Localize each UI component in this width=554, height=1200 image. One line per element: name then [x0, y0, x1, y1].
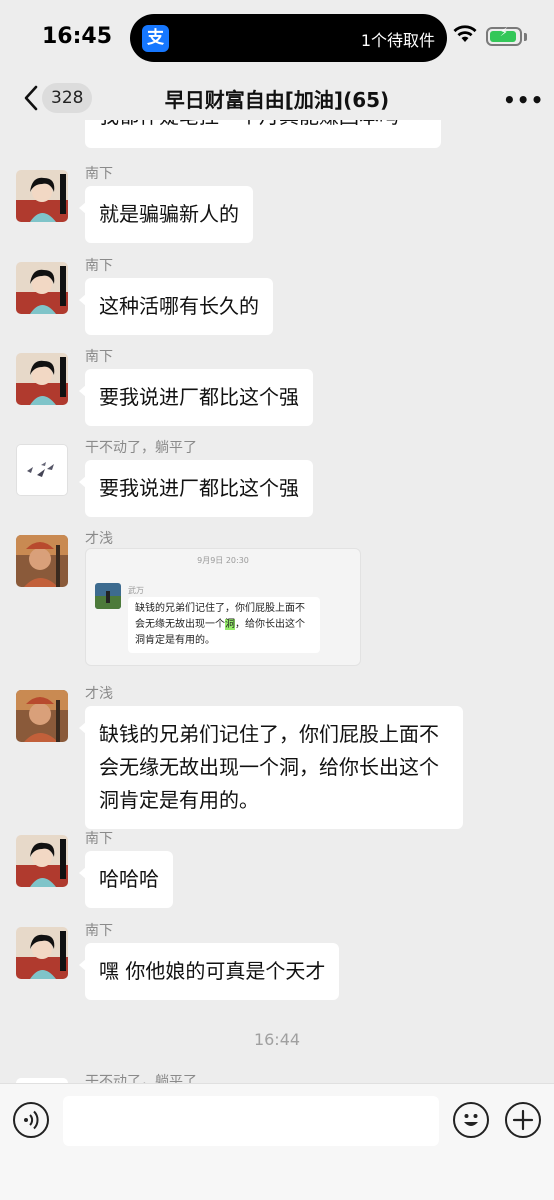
sender-name: 才浅: [85, 531, 113, 547]
screenshot-timestamp: 9月9日 20:30: [197, 556, 249, 565]
message-item: 南下 嘿 你他娘的可真是个天才: [0, 923, 554, 1003]
avatar[interactable]: [16, 353, 68, 405]
message-item: 南下 就是骗骗新人的: [0, 166, 554, 246]
sender-name: 南下: [85, 349, 113, 365]
message-item: 南下 哈哈哈: [0, 831, 554, 911]
voice-icon[interactable]: [13, 1102, 49, 1138]
message-item: 南下 要我说进厂都比这个强: [0, 349, 554, 429]
input-bar: [0, 1083, 554, 1200]
message-bubble[interactable]: 就是骗骗新人的: [79, 186, 253, 243]
sender-name: 南下: [85, 258, 113, 274]
wifi-icon: [453, 25, 477, 42]
plus-icon[interactable]: [505, 1102, 541, 1138]
image-message[interactable]: 9月9日 20:30 武万 缺钱的兄弟们记住了，你们屁股上面不会无缘无故出现一个…: [85, 548, 361, 666]
message-timestamp: 16:44: [253, 1030, 301, 1049]
avatar[interactable]: [16, 835, 68, 887]
status-bar: 16:45 支 1个待取件 ⚡: [0, 0, 554, 76]
sender-name: 南下: [85, 923, 113, 939]
message-bubble[interactable]: 嘿 你他娘的可真是个天才: [78, 943, 340, 1000]
dynamic-island[interactable]: 支 1个待取件: [130, 14, 447, 62]
battery-charging-icon: ⚡: [486, 25, 522, 46]
avatar[interactable]: [16, 444, 68, 496]
screenshot-avatar: [95, 583, 121, 609]
message-bubble[interactable]: 要我说进厂都比这个强: [79, 369, 313, 426]
status-time: 16:45: [42, 24, 113, 49]
screenshot-bubble: 缺钱的兄弟们记住了，你们屁股上面不会无缘无故出现一个洞，给你长出这个洞肯定是有用…: [128, 597, 320, 653]
sender-name: 干不动了，躺平了: [85, 440, 197, 456]
message-item-partial: 干不动了，躺平了: [0, 1074, 554, 1083]
message-item: 南下 这种活哪有长久的: [0, 258, 554, 338]
alipay-icon: 支: [142, 25, 169, 52]
sender-name: 南下: [85, 831, 113, 847]
charging-bolt-icon: ⚡: [499, 25, 509, 39]
message-item: 干不动了，躺平了 要我说进厂都比这个强: [0, 440, 554, 520]
sender-name: 干不动了，躺平了: [85, 1074, 197, 1083]
more-options-button[interactable]: •••: [503, 88, 543, 112]
message-bubble[interactable]: 缺钱的兄弟们记住了，你们屁股上面不会无缘无故出现一个洞，给你长出这个洞肯定是有用…: [79, 706, 463, 829]
avatar[interactable]: [16, 170, 68, 222]
message-list[interactable]: 我都怀疑笔挂一个月真能赚回本吗 南下 就是骗骗新人的 南下 这种活哪有长久的 南…: [0, 120, 554, 1083]
island-text: 1个待取件: [360, 31, 435, 50]
sender-name: 才浅: [85, 686, 113, 702]
avatar[interactable]: [16, 690, 68, 742]
message-bubble[interactable]: 要我说进厂都比这个强: [79, 460, 313, 517]
avatar[interactable]: [16, 927, 68, 979]
message-bubble-partial[interactable]: 我都怀疑笔挂一个月真能赚回本吗: [85, 120, 441, 148]
screenshot-sender: 武万: [128, 586, 144, 595]
chat-title: 早日财富自由[加油](65): [164, 88, 390, 112]
message-item: 才浅 9月9日 20:30 武万 缺钱的兄弟们记住了，你们屁股上面不会无缘无故出…: [0, 531, 554, 671]
message-input[interactable]: [63, 1096, 439, 1146]
message-text: 我都怀疑笔挂一个月真能赚回本吗: [99, 120, 399, 129]
screenshot-highlight: 洞: [225, 619, 235, 630]
battery-tip: [524, 33, 527, 41]
message-bubble[interactable]: 哈哈哈: [79, 851, 173, 908]
chat-header: 328 早日财富自由[加油](65) •••: [0, 76, 554, 120]
message-bubble[interactable]: 这种活哪有长久的: [79, 278, 273, 335]
avatar[interactable]: [16, 262, 68, 314]
message-item: 才浅 缺钱的兄弟们记住了，你们屁股上面不会无缘无故出现一个洞，给你长出这个洞肯定…: [0, 686, 554, 829]
sender-name: 南下: [85, 166, 113, 182]
avatar[interactable]: [16, 535, 68, 587]
emoji-icon[interactable]: [453, 1102, 489, 1138]
